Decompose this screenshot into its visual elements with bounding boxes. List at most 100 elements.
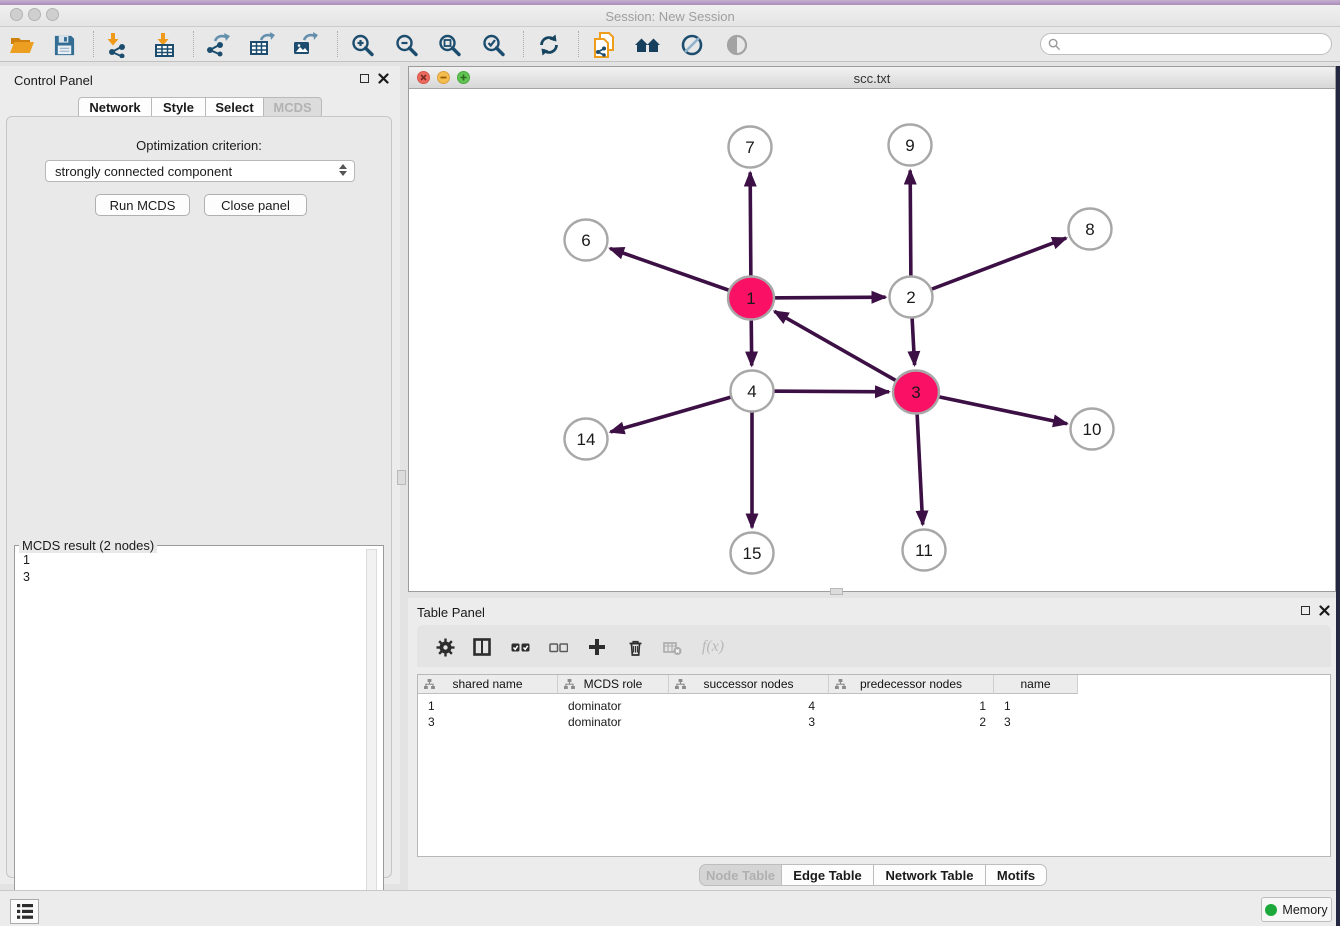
- column-label: predecessor nodes: [860, 677, 962, 691]
- tab-motifs[interactable]: Motifs: [985, 864, 1047, 886]
- save-disk-icon: [53, 34, 76, 57]
- hierarchy-icon: [835, 679, 846, 690]
- trash-icon: [627, 638, 644, 657]
- network-window-titlebar: scc.txt: [409, 67, 1335, 89]
- column-label: shared name: [452, 677, 522, 691]
- zoom-out-button[interactable]: [390, 29, 422, 61]
- table-settings-button[interactable]: [432, 634, 458, 660]
- close-panel-icon[interactable]: [378, 73, 389, 84]
- zoom-fit-button[interactable]: [433, 29, 465, 61]
- tab-node-table[interactable]: Node Table: [699, 864, 781, 886]
- vertical-splitter-grip[interactable]: [397, 470, 406, 485]
- toolbar-separator: [93, 31, 94, 57]
- graph-edge-2-8[interactable]: [911, 238, 1066, 297]
- columns-icon: [473, 638, 491, 656]
- save-session-button[interactable]: [48, 29, 80, 61]
- optimization-criterion-label: Optimization criterion:: [7, 138, 391, 153]
- table-tabs: Node Table Edge Table Network Table Moti…: [699, 864, 1047, 886]
- dropdown-stepper-icon: [339, 164, 347, 176]
- table-panel-title: Table Panel: [417, 605, 485, 620]
- zoom-selected-button[interactable]: [477, 29, 509, 61]
- toolbar-separator: [523, 31, 524, 57]
- delete-column-button[interactable]: [622, 634, 648, 660]
- function-builder-button[interactable]: f(x): [696, 634, 730, 660]
- mcds-tab-panel: Optimization criterion: strongly connect…: [6, 116, 392, 878]
- close-panel-button[interactable]: Close panel: [204, 194, 307, 216]
- network-view-window: scc.txt 1234678910111415: [408, 66, 1336, 592]
- cell-name[interactable]: 1: [994, 699, 1078, 715]
- criterion-dropdown[interactable]: strongly connected component: [45, 160, 355, 182]
- column-header-predecessor-nodes[interactable]: predecessor nodes: [829, 675, 994, 694]
- zoom-in-button[interactable]: [346, 29, 378, 61]
- tab-network-table[interactable]: Network Table: [873, 864, 985, 886]
- result-scrollbar[interactable]: [366, 549, 377, 918]
- select-all-button[interactable]: [507, 634, 533, 660]
- show-columns-button[interactable]: [469, 634, 495, 660]
- export-image-button[interactable]: [289, 29, 321, 61]
- open-session-button[interactable]: [6, 29, 38, 61]
- graph-node-label: 11: [915, 541, 933, 560]
- app-title: Session: New Session: [0, 9, 1340, 24]
- hierarchy-icon: [675, 679, 686, 690]
- mcds-result-line: 1: [23, 552, 30, 569]
- export-network-button[interactable]: [202, 29, 234, 61]
- import-table-icon: [152, 32, 178, 58]
- houses-icon: [634, 34, 662, 56]
- clone-network-button[interactable]: [588, 29, 620, 61]
- cell-successor-nodes[interactable]: 4: [669, 699, 829, 715]
- delete-table-button[interactable]: [659, 634, 685, 660]
- column-header-name[interactable]: name: [994, 675, 1078, 694]
- tab-select[interactable]: Select: [205, 97, 263, 118]
- deselect-all-button[interactable]: [545, 634, 571, 660]
- column-header-successor-nodes[interactable]: successor nodes: [669, 675, 829, 694]
- cell-name[interactable]: 3: [994, 715, 1078, 731]
- zoom-in-icon: [350, 33, 375, 58]
- cell-shared-name[interactable]: 3: [418, 715, 558, 731]
- import-table-button[interactable]: [149, 29, 181, 61]
- horizontal-splitter-grip[interactable]: [830, 588, 843, 595]
- tab-edge-table[interactable]: Edge Table: [781, 864, 873, 886]
- cell-shared-name[interactable]: 1: [418, 699, 558, 715]
- table-row[interactable]: 3 dominator 3 2 3: [418, 715, 1078, 731]
- cell-predecessor-nodes[interactable]: 1: [829, 699, 994, 715]
- zoom-out-icon: [394, 33, 419, 58]
- import-network-button[interactable]: [102, 29, 134, 61]
- table-panel-header: Table Panel: [408, 598, 1336, 624]
- run-mcds-button[interactable]: Run MCDS: [95, 194, 190, 216]
- home-networks-button[interactable]: [632, 29, 664, 61]
- export-table-button[interactable]: [246, 29, 278, 61]
- eye-button[interactable]: [721, 29, 753, 61]
- refresh-button[interactable]: [533, 29, 565, 61]
- table-row[interactable]: 1 dominator 4 1 1: [418, 699, 1078, 715]
- cell-predecessor-nodes[interactable]: 2: [829, 715, 994, 731]
- network-window-title: scc.txt: [409, 71, 1335, 86]
- cell-mcds-role[interactable]: dominator: [558, 699, 669, 715]
- tab-style[interactable]: Style: [151, 97, 205, 118]
- search-input[interactable]: [1061, 35, 1331, 53]
- toolbar-separator: [578, 31, 579, 57]
- add-column-button[interactable]: [584, 634, 610, 660]
- cell-mcds-role[interactable]: dominator: [558, 715, 669, 731]
- memory-button[interactable]: Memory: [1261, 897, 1332, 922]
- mcds-result-box: MCDS result (2 nodes) 1 3: [14, 545, 384, 922]
- eye-slash-icon: [680, 33, 705, 58]
- tab-network[interactable]: Network: [78, 97, 151, 118]
- hide-panels-button[interactable]: [676, 29, 708, 61]
- cell-successor-nodes[interactable]: 3: [669, 715, 829, 731]
- gear-icon: [436, 638, 455, 657]
- task-history-button[interactable]: [10, 899, 39, 924]
- column-header-mcds-role[interactable]: MCDS role: [558, 675, 669, 694]
- column-label: successor nodes: [703, 677, 793, 691]
- tab-mcds[interactable]: MCDS: [263, 97, 322, 118]
- gray-eye-icon: [725, 33, 749, 57]
- search-field[interactable]: [1040, 33, 1332, 55]
- export-table-icon: [249, 32, 275, 58]
- graph-node-label: 9: [905, 136, 914, 155]
- graph-edge-3-1[interactable]: [774, 311, 916, 392]
- network-canvas[interactable]: 1234678910111415: [409, 89, 1335, 591]
- close-table-panel-icon[interactable]: [1319, 605, 1330, 616]
- float-table-panel-icon[interactable]: [1301, 606, 1310, 615]
- float-panel-icon[interactable]: [360, 74, 369, 83]
- column-header-shared-name[interactable]: shared name: [418, 675, 558, 694]
- refresh-icon: [537, 33, 561, 57]
